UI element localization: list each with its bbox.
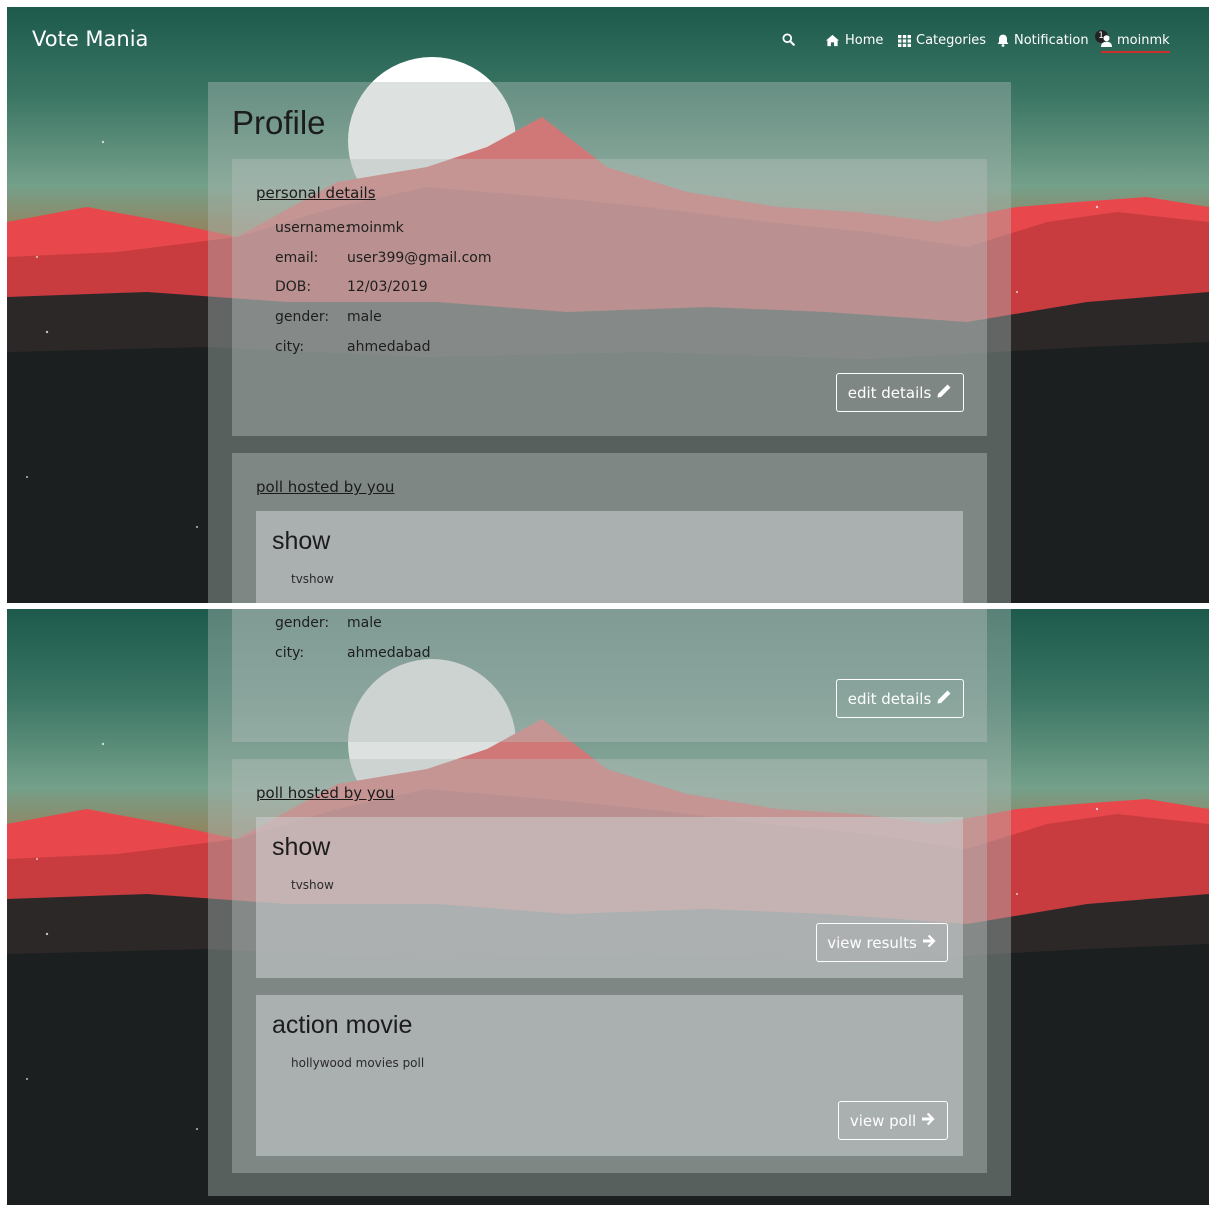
nav-categories[interactable]: Categories [898,33,986,48]
gender-value: male [347,309,382,325]
personal-details-card: gender: male city: ahmedabad edit detail… [232,609,987,742]
edit-details-label: edit details [847,689,932,708]
polls-section-title: poll hosted by you [256,784,395,802]
poll-item: action movie hollywood movies poll view … [256,995,963,1156]
username-value: moinmk [347,220,404,236]
nav-notification[interactable]: Notification 1 [997,30,1108,48]
profile-container: gender: male city: ahmedabad edit detail… [208,609,1011,1196]
search-icon [782,33,795,46]
city-label: city: [275,645,305,661]
edit-details-button[interactable]: edit details [836,679,964,718]
gender-label: gender: [275,309,330,325]
city-value: ahmedabad [347,339,431,355]
bell-icon [997,34,1009,47]
screenshot-bottom: gender: male city: ahmedabad edit detail… [7,609,1209,1205]
poll-subtitle: tvshow [291,878,334,892]
username-label: username: [275,220,350,236]
polls-card: poll hosted by you show tvshow [232,453,987,603]
email-value: user399@gmail.com [347,250,492,266]
view-poll-button[interactable]: view poll [838,1101,948,1140]
poll-item: show tvshow [256,511,963,603]
home-icon [825,34,840,47]
grid-icon [898,34,911,47]
dob-value: 12/03/2019 [347,279,428,295]
poll-subtitle: hollywood movies poll [291,1056,425,1070]
pencil-icon [936,383,952,403]
view-results-label: view results [827,933,917,952]
screenshot-top: Vote Mania Home Categories Notification … [7,7,1209,603]
view-results-button[interactable]: view results [816,923,948,962]
polls-section-title: poll hosted by you [256,478,395,496]
profile-container: Profile personal details username: moinm… [208,82,1011,603]
nav-user-label: moinmk [1117,33,1170,48]
city-label: city: [275,339,305,355]
pencil-icon [936,689,952,709]
poll-title: action movie [272,1011,413,1039]
polls-card: poll hosted by you show tvshow view resu… [232,759,987,1173]
email-label: email: [275,250,319,266]
nav-search[interactable] [782,33,795,46]
nav-categories-label: Categories [916,33,987,48]
poll-title: show [272,833,331,861]
personal-details-card: personal details username: moinmk email:… [232,159,987,436]
arrow-right-icon [921,1112,936,1130]
poll-title: show [272,527,331,555]
edit-details-button[interactable]: edit details [836,373,964,412]
poll-item: show tvshow view results [256,817,963,978]
gender-value: male [347,615,382,631]
view-poll-label: view poll [849,1111,917,1130]
nav-user[interactable]: moinmk [1101,33,1170,53]
nav-home-label: Home [845,33,884,48]
user-icon [1101,34,1112,47]
brand-logo[interactable]: Vote Mania [32,27,148,51]
nav-notification-label: Notification [1014,33,1089,48]
gender-label: gender: [275,615,330,631]
personal-details-title: personal details [256,184,376,202]
dob-label: DOB: [275,279,312,295]
poll-subtitle: tvshow [291,572,334,586]
arrow-right-icon [922,934,937,952]
nav-home[interactable]: Home [825,33,883,48]
city-value: ahmedabad [347,645,431,661]
page-title: Profile [232,104,326,141]
edit-details-label: edit details [847,383,932,402]
